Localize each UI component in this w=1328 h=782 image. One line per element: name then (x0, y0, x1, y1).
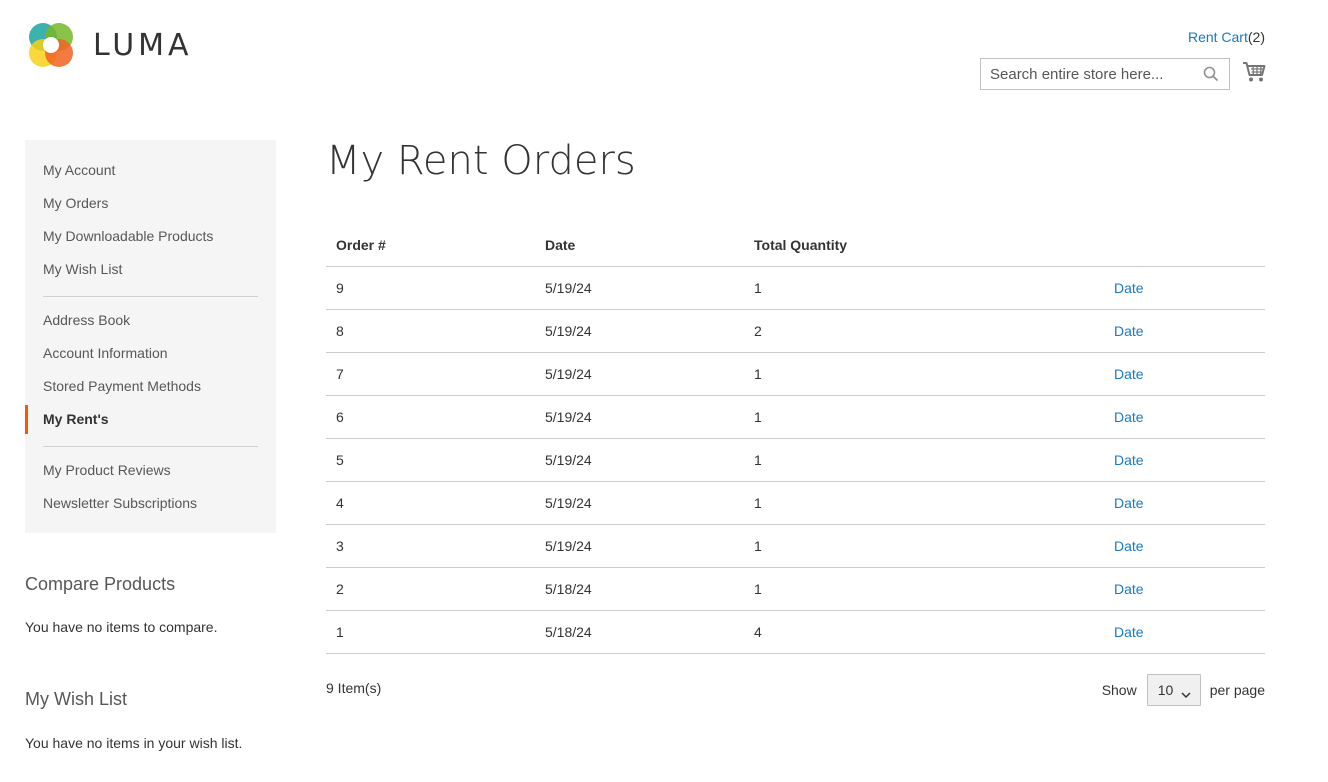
total-quantity-cell: 1 (754, 409, 762, 425)
total-quantity-cell: 1 (754, 538, 762, 554)
limiter-show-label: Show (1101, 682, 1137, 698)
order-date-cell: 5/19/24 (545, 409, 592, 425)
page-size-select[interactable]: 10 (1146, 674, 1201, 706)
total-quantity-cell: 4 (754, 624, 762, 640)
order-number-cell: 7 (336, 366, 344, 382)
order-number-cell: 4 (336, 495, 344, 511)
action-cell: Date (1114, 538, 1265, 554)
account-sidebar: My Account My Orders My Downloadable Pro… (25, 140, 276, 533)
search-box (980, 58, 1230, 90)
table-row: 6 5/19/24 1 Date (326, 396, 1265, 439)
action-cell: Date (1114, 280, 1265, 296)
items-count: 9 Item(s) (326, 680, 382, 696)
order-number-cell: 5 (336, 452, 344, 468)
total-quantity-cell: 1 (754, 495, 762, 511)
sidebar-item-my-downloadable-products[interactable]: My Downloadable Products (25, 222, 276, 255)
rent-cart-count: (2) (1247, 29, 1265, 45)
total-quantity-cell: 1 (754, 366, 762, 382)
search-input[interactable] (981, 59, 1191, 89)
date-link[interactable]: Date (1114, 409, 1144, 425)
cart-icon[interactable] (1242, 61, 1266, 88)
rent-orders-table: Order # Date Total Quantity 9 5/19/24 1 Dat… (326, 224, 1265, 654)
total-quantity-cell: 1 (754, 452, 762, 468)
order-date-cell: 5/18/24 (545, 581, 592, 597)
sidebar-item-stored-payment-methods[interactable]: Stored Payment Methods (25, 372, 276, 405)
date-link[interactable]: Date (1114, 366, 1144, 382)
table-row: 5 5/19/24 1 Date (326, 439, 1265, 482)
sidebar-item-my-account[interactable]: My Account (25, 156, 276, 189)
column-header-order: Order # (336, 237, 386, 253)
total-quantity-cell: 2 (754, 323, 762, 339)
table-row: 8 5/19/24 2 Date (326, 310, 1265, 353)
date-link[interactable]: Date (1114, 538, 1144, 554)
column-header-date: Date (545, 237, 576, 253)
date-link[interactable]: Date (1114, 495, 1144, 511)
table-body: 9 5/19/24 1 Date 8 5/19/24 2 Date 7 5/19/24 1 Date 6… (326, 267, 1265, 654)
action-cell: Date (1114, 323, 1265, 339)
total-quantity-cell: 1 (754, 280, 762, 296)
order-number-cell: 1 (336, 624, 344, 640)
table-row: 3 5/19/24 1 Date (326, 525, 1265, 568)
compare-empty-text: You have no items to compare. (25, 619, 218, 635)
table-header-row: Order # Date Total Quantity (326, 224, 1265, 267)
date-link[interactable]: Date (1114, 452, 1144, 468)
action-cell: Date (1114, 581, 1265, 597)
date-link[interactable]: Date (1114, 323, 1144, 339)
action-cell: Date (1114, 452, 1265, 468)
sidebar-item-my-orders[interactable]: My Orders (25, 189, 276, 222)
order-number-cell: 6 (336, 409, 344, 425)
page-title: My Rent Orders (326, 138, 636, 184)
table-row: 4 5/19/24 1 Date (326, 482, 1265, 525)
order-number-cell: 8 (336, 323, 344, 339)
limiter-per-page-label: per page (1209, 682, 1265, 698)
sidebar-divider (43, 446, 258, 447)
date-link[interactable]: Date (1114, 624, 1144, 640)
total-quantity-cell: 1 (754, 581, 762, 597)
wishlist-title: My Wish List (25, 689, 128, 709)
action-cell: Date (1114, 495, 1265, 511)
sidebar-item-my-wish-list[interactable]: My Wish List (25, 255, 276, 288)
table-row: 1 5/18/24 4 Date (326, 611, 1265, 654)
order-number-cell: 2 (336, 581, 344, 597)
order-date-cell: 5/18/24 (545, 624, 592, 640)
sidebar-divider (43, 296, 258, 297)
order-number-cell: 9 (336, 280, 344, 296)
rent-cart-link[interactable]: Rent Cart (1188, 29, 1248, 45)
sidebar-item-newsletter-subscriptions[interactable]: Newsletter Subscriptions (25, 489, 276, 522)
table-row: 7 5/19/24 1 Date (326, 353, 1265, 396)
compare-products-title: Compare Products (25, 574, 176, 594)
chevron-down-icon (1181, 686, 1191, 702)
logo-text: LUMA (93, 27, 193, 63)
wishlist-empty-text: You have no items in your wish list. (25, 735, 243, 751)
search-icon[interactable] (1203, 66, 1219, 87)
rent-cart: Rent Cart(2) (1188, 29, 1265, 45)
action-cell: Date (1114, 366, 1265, 382)
column-header-total-quantity: Total Quantity (754, 237, 848, 253)
action-cell: Date (1114, 624, 1265, 640)
page-size-limiter: Show 10 per page (1102, 674, 1265, 706)
table-row: 9 5/19/24 1 Date (326, 267, 1265, 310)
page-size-value: 10 (1157, 682, 1174, 698)
luma-logo[interactable]: LUMA (25, 19, 193, 71)
luma-logo-icon (29, 23, 73, 67)
sidebar-item-address-book[interactable]: Address Book (25, 306, 276, 339)
sidebar-item-my-rents: My Rent's (25, 405, 276, 438)
order-date-cell: 5/19/24 (545, 366, 592, 382)
order-date-cell: 5/19/24 (545, 538, 592, 554)
order-date-cell: 5/19/24 (545, 452, 592, 468)
order-number-cell: 3 (336, 538, 344, 554)
table-row: 2 5/18/24 1 Date (326, 568, 1265, 611)
order-date-cell: 5/19/24 (545, 323, 592, 339)
date-link[interactable]: Date (1114, 581, 1144, 597)
sidebar-item-account-information[interactable]: Account Information (25, 339, 276, 372)
action-cell: Date (1114, 409, 1265, 425)
sidebar-item-my-product-reviews[interactable]: My Product Reviews (25, 456, 276, 489)
order-date-cell: 5/19/24 (545, 495, 592, 511)
order-date-cell: 5/19/24 (545, 280, 592, 296)
date-link[interactable]: Date (1114, 280, 1144, 296)
